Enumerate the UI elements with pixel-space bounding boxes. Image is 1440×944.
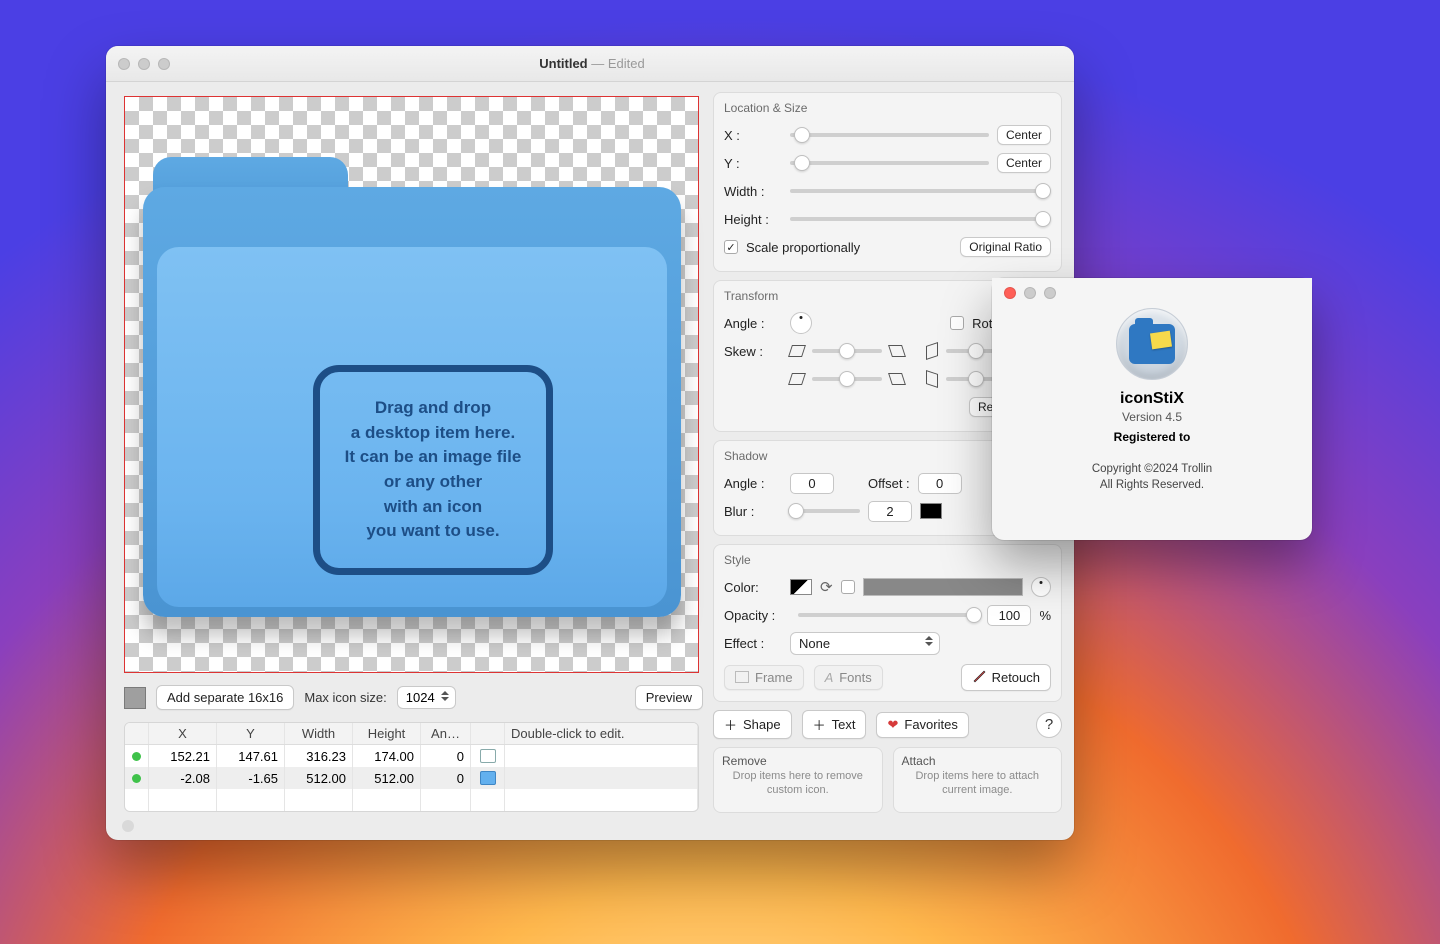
canvas[interactable]: Drag and drop a desktop item here. It ca… — [124, 96, 699, 673]
resize-grip-icon[interactable] — [122, 820, 134, 832]
minimize-icon[interactable] — [138, 58, 150, 70]
skew-label: Skew : — [724, 344, 782, 359]
opacity-field[interactable]: 100 — [987, 605, 1031, 626]
gradient-checkbox[interactable] — [841, 580, 855, 594]
shadow-angle-field[interactable]: 0 — [790, 473, 834, 494]
attach-drop-zone[interactable]: Attach Drop items here to attach current… — [893, 747, 1063, 813]
add-text-button[interactable]: ＋Text — [802, 710, 867, 739]
skew-right-icon — [888, 373, 906, 385]
zoom-icon[interactable] — [158, 58, 170, 70]
angle-knob[interactable] — [790, 312, 812, 334]
col-x[interactable]: X — [149, 723, 217, 744]
col-y[interactable]: Y — [217, 723, 285, 744]
shadow-offset-label: Offset : — [868, 476, 910, 491]
titlebar[interactable]: Untitled — Edited — [106, 46, 1074, 82]
copyright: Copyright ©2024 Trollin All Rights Reser… — [1092, 462, 1212, 493]
table-row[interactable]: -2.08 -1.65 512.00 512.00 0 — [125, 767, 698, 789]
color-well[interactable] — [790, 579, 812, 595]
add-shape-button[interactable]: ＋Shape — [713, 710, 792, 739]
width-slider[interactable] — [790, 189, 1051, 193]
height-label: Height : — [724, 212, 782, 227]
text-layer-icon — [480, 749, 496, 763]
style-panel: Style Color: ⟳ Opacity : 100 % Effect : — [713, 544, 1062, 702]
window-title: Untitled — Edited — [170, 56, 1014, 71]
scale-prop-label: Scale proportionally — [746, 240, 860, 255]
skew-up-icon — [926, 342, 938, 360]
skew-h-slider[interactable] — [812, 349, 882, 353]
y-slider[interactable] — [790, 161, 989, 165]
main-window: Untitled — Edited Drag and drop a deskto… — [106, 46, 1074, 840]
scale-prop-checkbox[interactable]: ✓ — [724, 240, 738, 254]
angle-label: Angle : — [724, 316, 782, 331]
rotate-45-checkbox[interactable] — [950, 316, 964, 330]
max-icon-size-label: Max icon size: — [304, 690, 386, 705]
gradient-bar[interactable] — [863, 578, 1023, 596]
zoom-icon — [1044, 287, 1056, 299]
x-slider[interactable] — [790, 133, 989, 137]
location-size-panel: Location & Size X : Center Y : Center Wi… — [713, 92, 1062, 272]
fonts-button[interactable]: A Fonts — [814, 665, 883, 690]
refresh-icon[interactable]: ⟳ — [820, 578, 833, 596]
font-icon: A — [825, 670, 834, 685]
shadow-blur-slider[interactable] — [790, 509, 860, 513]
skew-left-icon — [788, 345, 806, 357]
max-icon-size-select[interactable]: 1024 — [397, 686, 456, 709]
center-x-button[interactable]: Center — [997, 125, 1051, 145]
skew-right-icon — [888, 345, 906, 357]
shadow-color-well[interactable] — [920, 503, 942, 519]
folder-layer-icon — [480, 771, 496, 785]
frame-icon — [735, 671, 749, 683]
traffic-lights — [118, 58, 170, 70]
heart-icon: ❤ — [887, 717, 898, 733]
effect-select[interactable]: None — [790, 632, 940, 655]
x-label: X : — [724, 128, 782, 143]
app-version: Version 4.5 — [1122, 410, 1182, 424]
drop-hint-box[interactable]: Drag and drop a desktop item here. It ca… — [313, 365, 553, 575]
registered-to: Registered to — [1114, 430, 1191, 444]
y-label: Y : — [724, 156, 782, 171]
favorites-button[interactable]: ❤Favorites — [876, 712, 968, 738]
app-icon — [1116, 308, 1188, 380]
shadow-blur-field[interactable]: 2 — [868, 501, 912, 522]
center-y-button[interactable]: Center — [997, 153, 1051, 173]
col-height[interactable]: Height — [353, 723, 421, 744]
retouch-button[interactable]: Retouch — [961, 664, 1051, 691]
col-width[interactable]: Width — [285, 723, 353, 744]
visibility-dot-icon[interactable] — [132, 774, 141, 783]
preview-button[interactable]: Preview — [635, 685, 703, 710]
add-16x16-button[interactable]: Add separate 16x16 — [156, 685, 294, 710]
background-swatch[interactable] — [124, 687, 146, 709]
opacity-label: Opacity : — [724, 608, 790, 623]
frame-button[interactable]: Frame — [724, 665, 804, 690]
plus-icon: ＋ — [724, 715, 737, 734]
skew-down-icon — [926, 370, 938, 388]
effect-label: Effect : — [724, 636, 782, 651]
skew-left-icon — [788, 373, 806, 385]
visibility-dot-icon[interactable] — [132, 752, 141, 761]
color-label: Color: — [724, 580, 782, 595]
close-icon[interactable] — [118, 58, 130, 70]
shadow-angle-label: Angle : — [724, 476, 782, 491]
plus-icon: ＋ — [813, 715, 826, 734]
layers-table[interactable]: X Y Width Height An… Double-click to edi… — [124, 722, 699, 812]
app-name: iconStiX — [1120, 390, 1184, 408]
gradient-angle-knob[interactable] — [1031, 577, 1051, 597]
help-button[interactable]: ? — [1036, 712, 1062, 738]
shadow-blur-label: Blur : — [724, 504, 782, 519]
remove-drop-zone[interactable]: Remove Drop items here to remove custom … — [713, 747, 883, 813]
height-slider[interactable] — [790, 217, 1051, 221]
skew-h2-slider[interactable] — [812, 377, 882, 381]
folder-preview: Drag and drop a desktop item here. It ca… — [143, 157, 681, 632]
opacity-slider[interactable] — [798, 613, 979, 617]
col-angle[interactable]: An… — [421, 723, 471, 744]
minimize-icon — [1024, 287, 1036, 299]
brush-icon — [972, 669, 986, 686]
shadow-offset-field[interactable]: 0 — [918, 473, 962, 494]
width-label: Width : — [724, 184, 782, 199]
col-hint: Double-click to edit. — [505, 723, 698, 744]
table-row[interactable]: 152.21 147.61 316.23 174.00 0 — [125, 745, 698, 767]
about-window: iconStiX Version 4.5 Registered to Copyr… — [992, 278, 1312, 540]
original-ratio-button[interactable]: Original Ratio — [960, 237, 1051, 257]
close-icon[interactable] — [1004, 287, 1016, 299]
